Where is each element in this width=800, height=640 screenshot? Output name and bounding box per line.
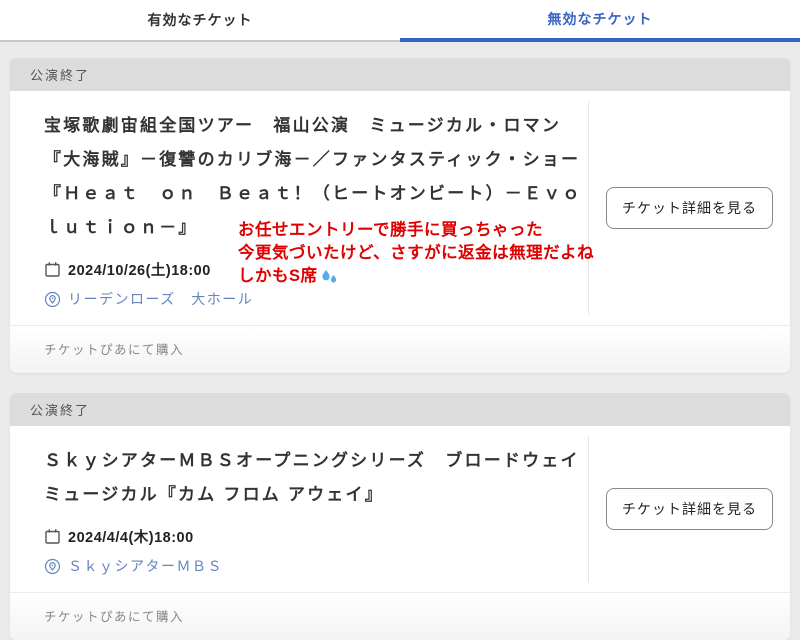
ticket-venue[interactable]: ＳｋｙシアターＭＢＳ (68, 556, 223, 576)
tickets-page: 有効なチケット 無効なチケット 公演終了 宝塚歌劇宙組全国ツアー 福山公演 ミュ… (0, 0, 800, 603)
ticket-action-area: チケット詳細を見る (588, 101, 790, 315)
location-pin-icon (44, 291, 61, 308)
ticket-action-area: チケット詳細を見る (588, 436, 790, 582)
status-badge: 公演終了 (10, 58, 790, 91)
status-badge: 公演終了 (10, 393, 790, 426)
ticket-card-body: 宝塚歌劇宙組全国ツアー 福山公演 ミュージカル・ロマン『大海賊』－復讐のカリブ海… (10, 91, 790, 325)
ticket-datetime: 2024/10/26(土)18:00 (68, 259, 211, 280)
ticket-datetime: 2024/4/4(木)18:00 (68, 526, 194, 547)
purchase-source-note: チケットぴあにて購入 (10, 325, 790, 373)
ticket-tabs: 有効なチケット 無効なチケット (0, 0, 800, 42)
ticket-info: ＳｋｙシアターＭＢＳオープニングシリーズ ブロードウェイミュージカル『カム フロ… (10, 426, 588, 592)
calendar-icon (44, 261, 61, 278)
ticket-datetime-row: 2024/4/4(木)18:00 (44, 526, 582, 547)
ticket-card-body: ＳｋｙシアターＭＢＳオープニングシリーズ ブロードウェイミュージカル『カム フロ… (10, 426, 790, 592)
ticket-title: ＳｋｙシアターＭＢＳオープニングシリーズ ブロードウェイミュージカル『カム フロ… (44, 444, 582, 512)
ticket-venue[interactable]: リーデンローズ 大ホール (68, 289, 253, 309)
location-pin-icon (44, 558, 61, 575)
purchase-source-note: チケットぴあにて購入 (10, 592, 790, 640)
tab-invalid-tickets[interactable]: 無効なチケット (400, 0, 800, 42)
calendar-icon (44, 528, 61, 545)
ticket-detail-button[interactable]: チケット詳細を見る (606, 187, 773, 229)
ticket-detail-button[interactable]: チケット詳細を見る (606, 488, 773, 530)
ticket-title: 宝塚歌劇宙組全国ツアー 福山公演 ミュージカル・ロマン『大海賊』－復讐のカリブ海… (44, 109, 582, 245)
ticket-venue-row[interactable]: ＳｋｙシアターＭＢＳ (44, 556, 582, 576)
ticket-venue-row[interactable]: リーデンローズ 大ホール (44, 289, 582, 309)
tab-valid-tickets[interactable]: 有効なチケット (0, 0, 400, 42)
ticket-info: 宝塚歌劇宙組全国ツアー 福山公演 ミュージカル・ロマン『大海賊』－復讐のカリブ海… (10, 91, 588, 325)
ticket-card: 公演終了 宝塚歌劇宙組全国ツアー 福山公演 ミュージカル・ロマン『大海賊』－復讐… (10, 58, 790, 373)
ticket-datetime-row: 2024/10/26(土)18:00 (44, 259, 582, 280)
ticket-card-list: 公演終了 宝塚歌劇宙組全国ツアー 福山公演 ミュージカル・ロマン『大海賊』－復讐… (0, 42, 800, 640)
